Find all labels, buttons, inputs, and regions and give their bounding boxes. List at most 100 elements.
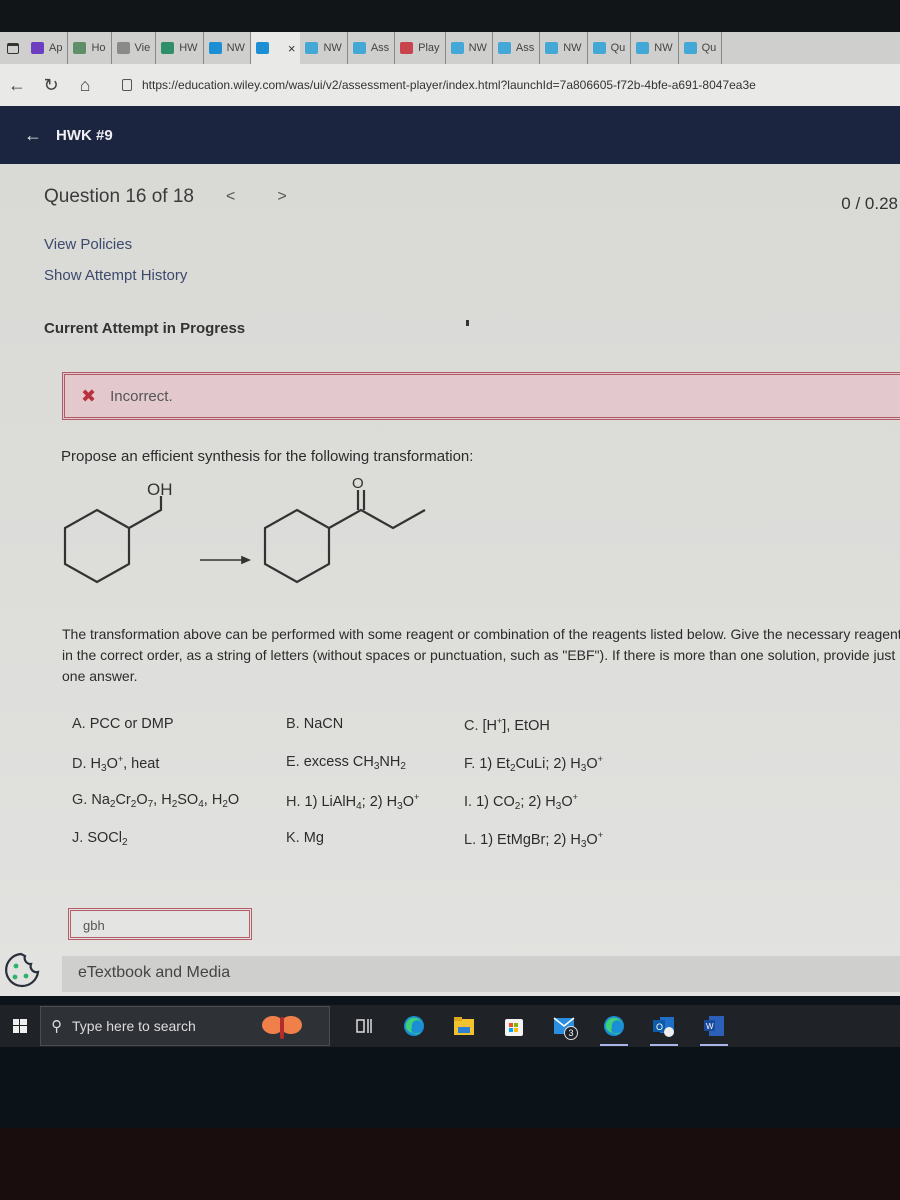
question-navigator: Question 16 of 18 < > bbox=[44, 186, 287, 208]
previous-question-button[interactable]: < bbox=[226, 188, 235, 206]
reactant-oh-label: OH bbox=[147, 480, 173, 499]
reagent-option: L. 1) EtMgBr; 2) H3O+ bbox=[464, 830, 603, 850]
browser-tab[interactable]: HW bbox=[156, 32, 204, 64]
wp-icon bbox=[255, 42, 269, 54]
edge-active-taskbar-button[interactable] bbox=[594, 1006, 634, 1046]
windows-taskbar: ⚲ Type here to search 3 O W bbox=[0, 1005, 900, 1047]
reagent-letter: H. bbox=[286, 794, 305, 810]
browser-tab[interactable]: Ho bbox=[68, 32, 112, 64]
assignment-title[interactable]: HWK #9 bbox=[56, 127, 113, 144]
taskbar-search-input[interactable]: ⚲ Type here to search bbox=[40, 1006, 330, 1046]
back-button[interactable]: ← bbox=[0, 75, 34, 96]
cookie-settings-icon[interactable] bbox=[0, 950, 42, 990]
show-attempt-history-link[interactable]: Show Attempt History bbox=[44, 267, 187, 284]
question-content: Question 16 of 18 < > 0 / 0.28 View Poli… bbox=[0, 164, 900, 996]
browser-tab[interactable]: Ass bbox=[348, 32, 396, 64]
reagent-formula: NaCN bbox=[303, 716, 344, 732]
browser-tab[interactable]: × bbox=[250, 32, 301, 64]
reagent-formula: Mg bbox=[303, 830, 324, 846]
browser-tab[interactable]: Qu bbox=[679, 32, 723, 64]
wp-icon bbox=[545, 42, 559, 54]
browser-tab[interactable]: Qu bbox=[588, 32, 632, 64]
browser-tab[interactable]: Play bbox=[395, 32, 446, 64]
wp-icon bbox=[497, 42, 511, 54]
browser-tab[interactable]: Ap bbox=[26, 32, 69, 64]
tab-label: Qu bbox=[610, 42, 626, 54]
reagent-formula: excess CH3NH2 bbox=[303, 754, 406, 772]
wiley-w-icon bbox=[73, 42, 87, 54]
view-policies-link[interactable]: View Policies bbox=[44, 236, 132, 253]
task-view-icon bbox=[356, 1019, 372, 1033]
running-app-indicator bbox=[650, 1044, 678, 1046]
tab-label: Qu bbox=[701, 42, 717, 54]
lock-icon bbox=[122, 79, 132, 91]
folder-icon bbox=[454, 1017, 474, 1035]
product-structure bbox=[263, 490, 426, 584]
reagent-formula: Na2Cr2O7, H2SO4, H2O bbox=[91, 792, 240, 810]
p-icon bbox=[161, 42, 175, 54]
screen: Ap Ho Vie HW NW × NW Ass Play NW Ass NW Qu NW Qu ← ↻ ⌂… bbox=[0, 0, 900, 1200]
reagent-letter: E. bbox=[286, 754, 304, 770]
search-icon: ⚲ bbox=[51, 1018, 62, 1035]
reagent-letter: I. bbox=[464, 794, 477, 810]
reagent-option: D. H3O+, heat bbox=[72, 754, 159, 774]
file-explorer-button[interactable] bbox=[444, 1006, 484, 1046]
answer-input[interactable]: gbh bbox=[68, 908, 252, 940]
microsoft-store-button[interactable] bbox=[494, 1006, 534, 1046]
edge-taskbar-button[interactable] bbox=[394, 1006, 434, 1046]
browser-tab[interactable]: Vie bbox=[112, 32, 157, 64]
task-view-button[interactable] bbox=[344, 1006, 384, 1046]
browser-tab[interactable]: NW bbox=[631, 32, 679, 64]
word-button[interactable]: W bbox=[694, 1006, 734, 1046]
score-display: 0 / 0.28 bbox=[841, 194, 898, 213]
grid-icon bbox=[116, 42, 130, 54]
url-field[interactable]: https://education.wiley.com/was/ui/v2/as… bbox=[122, 78, 756, 92]
browser-tab[interactable]: NW bbox=[540, 32, 588, 64]
next-question-button[interactable]: > bbox=[277, 188, 286, 206]
back-arrow-icon[interactable]: ← bbox=[24, 125, 42, 146]
close-tab-icon[interactable]: × bbox=[288, 41, 296, 56]
browser-tab[interactable]: NW bbox=[446, 32, 493, 64]
reagent-formula: [H+], EtOH bbox=[482, 716, 550, 734]
reaction-scheme: OH O bbox=[63, 478, 426, 584]
start-button[interactable] bbox=[0, 1019, 40, 1033]
question-prompt: Propose an efficient synthesis for the f… bbox=[61, 448, 474, 465]
wp-icon bbox=[352, 42, 366, 54]
reagent-formula: SOCl2 bbox=[87, 830, 128, 848]
wp-icon bbox=[305, 42, 319, 54]
home-button[interactable]: ⌂ bbox=[68, 75, 102, 96]
desk-surface bbox=[0, 1128, 900, 1200]
reagent-option: C. [H+], EtOH bbox=[464, 716, 550, 734]
edge-icon bbox=[404, 1016, 424, 1036]
attempt-status: Current Attempt in Progress bbox=[44, 320, 246, 337]
reagent-letter: G. bbox=[72, 792, 92, 808]
mail-button[interactable]: 3 bbox=[544, 1006, 584, 1046]
reagent-formula: 1) LiAlH4; 2) H3O+ bbox=[304, 792, 420, 812]
reagent-option: I. 1) CO2; 2) H3O+ bbox=[464, 792, 578, 812]
tab-label: Vie bbox=[134, 42, 151, 54]
tab-label: NW bbox=[226, 42, 245, 54]
reactant-cyclohexane-ring bbox=[63, 508, 131, 584]
mouse-cursor bbox=[466, 320, 469, 326]
tab-label: NW bbox=[563, 42, 582, 54]
feedback-text: Incorrect. bbox=[110, 387, 173, 405]
tab-label: NW bbox=[468, 42, 487, 54]
reagent-letter: L. bbox=[464, 832, 481, 848]
browser-tab[interactable]: NW bbox=[204, 32, 251, 64]
refresh-button[interactable]: ↻ bbox=[34, 75, 68, 96]
reagent-letter: D. bbox=[72, 756, 91, 772]
product-carbonyl-o-label: O bbox=[352, 478, 364, 492]
reagent-letter: A. bbox=[72, 716, 90, 732]
browser-tab[interactable]: Ass bbox=[493, 32, 541, 64]
tab-actions-button[interactable] bbox=[0, 32, 26, 64]
tab-label: Ass bbox=[370, 42, 390, 54]
etextbook-and-media-section[interactable]: eTextbook and Media bbox=[62, 956, 900, 992]
browser-tab[interactable]: NW bbox=[300, 32, 348, 64]
reagent-letter: F. bbox=[464, 756, 480, 772]
outlook-button[interactable]: O bbox=[644, 1006, 684, 1046]
search-highlight-moth-icon bbox=[262, 1016, 302, 1039]
reagent-option: K. Mg bbox=[286, 830, 324, 846]
mail-unread-badge: 3 bbox=[564, 1026, 578, 1040]
reagent-formula: PCC or DMP bbox=[89, 716, 174, 732]
incorrect-x-icon: ✖ bbox=[81, 385, 97, 406]
